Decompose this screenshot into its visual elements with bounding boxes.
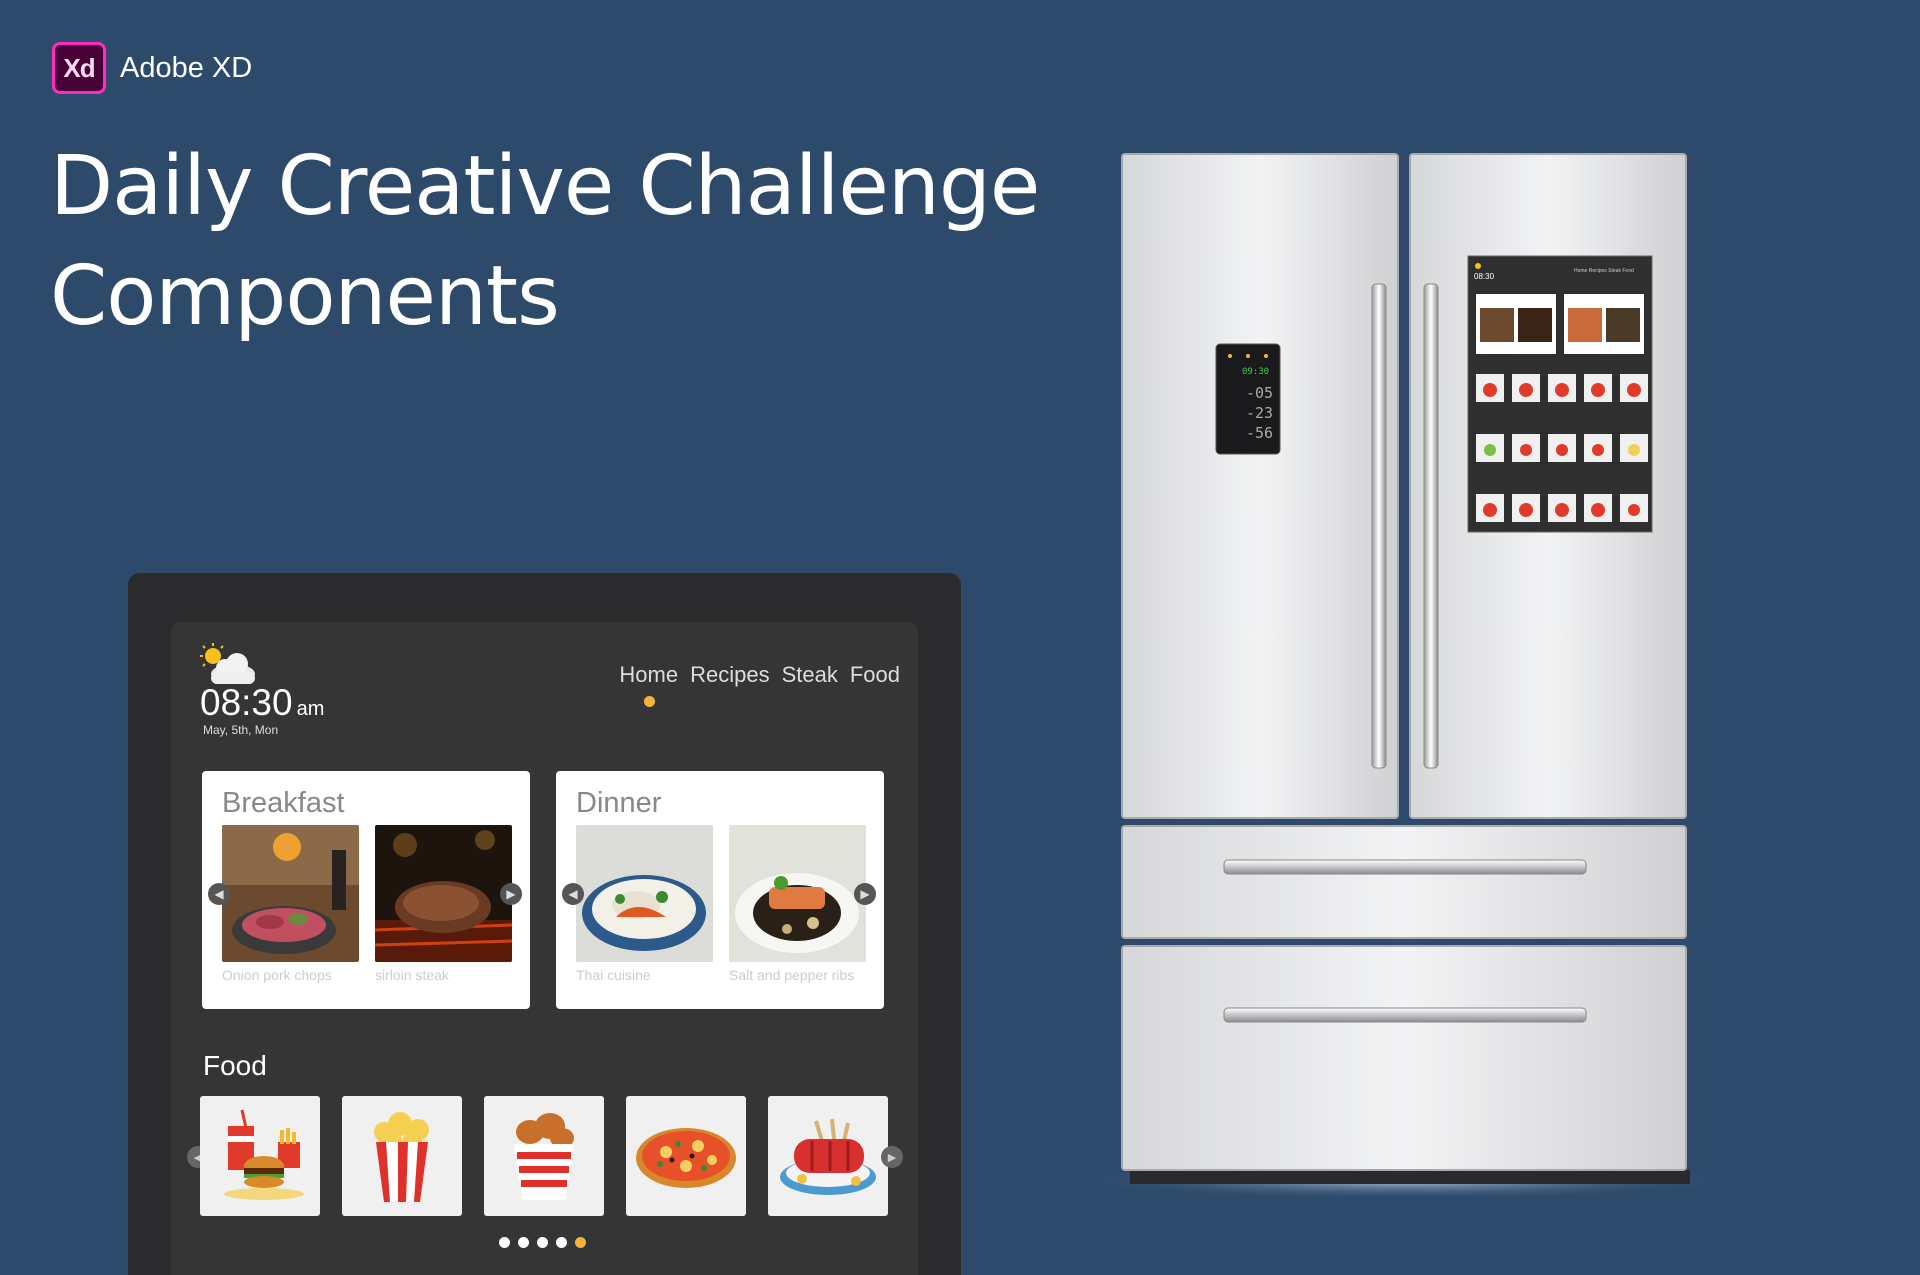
sirloin-steak-photo[interactable] [375,825,512,962]
prev-arrow-icon[interactable]: ◀ [208,883,230,905]
prev-arrow-icon[interactable]: ◀ [562,883,584,905]
brand-header: Xd Adobe XD [52,42,252,94]
svg-text:08:30: 08:30 [1474,272,1495,281]
pagination-dots [499,1237,586,1248]
nav-recipes-label: Recipes [690,662,770,687]
nav-steak-label: Steak [781,662,838,687]
pagination-dot[interactable] [537,1237,548,1248]
active-nav-indicator [643,696,655,707]
nav-food-label: Food [849,662,900,687]
pagination-dot[interactable] [499,1237,510,1248]
partly-sunny-icon [200,643,255,684]
date-label: May, 5th, Mon [203,723,279,737]
popcorn-icon[interactable] [342,1096,462,1216]
next-arrow-icon[interactable]: ▶ [854,883,876,905]
fried-chicken-bucket-icon[interactable] [484,1096,604,1216]
adobe-xd-logo-icon: Xd [52,42,106,94]
tablet-device: 08:30 am May, 5th, Mon Home Recipes Steak… [128,573,961,1275]
meal-caption: Thai cuisine [576,967,651,983]
svg-text:Home Recipes Steak Food: Home Recipes Steak Food [1574,268,1634,274]
nav-recipes[interactable]: Recipes [690,662,769,688]
clock-ampm: am [296,698,325,720]
nav-home[interactable]: Home [619,662,679,707]
thai-cuisine-photo[interactable] [576,825,713,962]
svg-text:09:30: 09:30 [1242,367,1269,377]
roast-meat-icon[interactable] [768,1096,888,1216]
dinner-card: Dinner Thai cuisine Salt and pepper ribs… [556,771,884,1009]
smart-fridge-illustration: 09:30 -05 -23 -56 08:30 Home Recipes Ste… [1070,153,1740,1200]
meal-card-title: Dinner [576,787,662,819]
title-line-1: Daily Creative Challenge [50,139,1040,234]
meal-caption: Onion pork chops [222,967,332,983]
food-section-title: Food [203,1050,267,1081]
burger-combo-icon[interactable] [200,1096,320,1216]
pagination-dot-active[interactable] [575,1237,586,1248]
clock-time: 08:30 [200,682,293,723]
pizza-icon[interactable] [626,1096,746,1216]
salt-and-pepper-ribs-photo[interactable] [729,825,866,962]
meal-caption: Salt and pepper ribs [729,967,855,983]
nav-food[interactable]: Food [850,662,900,688]
fridge-temp-1: -05 [1246,384,1273,402]
pagination-dot[interactable] [518,1237,529,1248]
fridge-temp-2: -23 [1246,404,1273,422]
next-arrow-icon[interactable]: ▶ [500,883,522,905]
clock: 08:30 am [200,682,324,724]
next-arrow-icon[interactable]: ▶ [881,1146,903,1168]
meal-caption: sirloin steak [375,967,449,983]
nav-home-label: Home [619,662,679,687]
fridge-temp-3: -56 [1246,424,1273,442]
breakfast-card: Breakfast Onion pork chops sirloin steak… [202,771,530,1009]
nav-steak[interactable]: Steak [782,662,838,688]
smart-fridge-screen: 08:30 am May, 5th, Mon Home Recipes Steak… [171,622,918,1275]
meal-card-title: Breakfast [222,787,345,819]
brand-name: Adobe XD [120,51,253,84]
onion-pork-chops-photo[interactable] [222,825,359,962]
page-title: Daily Creative Challenge Components [50,132,1040,352]
title-line-2: Components [50,249,560,344]
top-nav: Home Recipes Steak Food [619,662,900,707]
pagination-dot[interactable] [556,1237,567,1248]
